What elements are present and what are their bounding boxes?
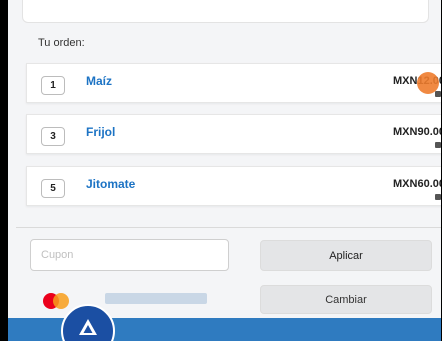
- order-item-maiz[interactable]: 1 Maíz MXN12.00: [26, 63, 441, 103]
- item-name: Frijol: [86, 125, 116, 139]
- trash-icon[interactable]: [435, 142, 441, 148]
- divider: [16, 227, 441, 228]
- trash-icon[interactable]: [435, 91, 441, 97]
- coupon-input[interactable]: [30, 239, 229, 271]
- item-name: Maíz: [86, 74, 113, 88]
- quantity-badge[interactable]: 5: [41, 179, 65, 198]
- quantity-badge[interactable]: 3: [41, 127, 65, 146]
- top-card: [22, 0, 429, 23]
- order-item-jitomate[interactable]: 5 Jitomate MXN60.00: [26, 166, 441, 206]
- item-price: MXN90.00: [393, 126, 441, 138]
- order-heading: Tu orden:: [38, 37, 85, 49]
- checkout-screen: Tu orden: 1 Maíz MXN12.00 3 Frijol MXN90…: [8, 0, 441, 341]
- trash-icon[interactable]: [435, 194, 441, 200]
- notification-dot: [417, 72, 439, 94]
- quantity-badge[interactable]: 1: [41, 76, 65, 95]
- item-name: Jitomate: [86, 177, 136, 191]
- mastercard-icon: [43, 293, 69, 309]
- item-price: MXN60.00: [393, 178, 441, 190]
- apply-button[interactable]: Aplicar: [260, 240, 432, 271]
- masked-card-number: [105, 293, 207, 304]
- change-button[interactable]: Cambiar: [260, 285, 432, 314]
- logo-icon: [79, 319, 97, 335]
- order-item-frijol[interactable]: 3 Frijol MXN90.00: [26, 114, 441, 154]
